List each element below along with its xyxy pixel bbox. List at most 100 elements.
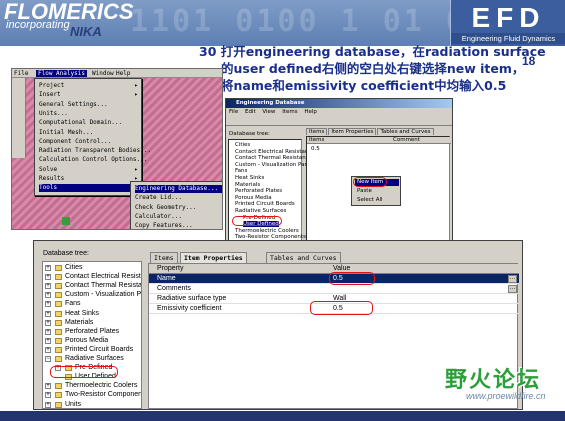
menu-view[interactable]: View (262, 109, 275, 115)
folder-icon (55, 301, 62, 308)
window-title: Engineering Database (226, 99, 452, 108)
tools-submenu: Engineering Database... Create Lid... Chec… (130, 181, 222, 229)
submenu-item[interactable]: Create Lid... (135, 194, 222, 202)
expand-icon[interactable]: + (45, 319, 51, 326)
tree-item-label: Units (65, 400, 81, 408)
menu-edit[interactable]: Edit (245, 109, 256, 115)
tab-items[interactable]: Items (306, 128, 328, 135)
expand-icon[interactable]: + (45, 301, 51, 308)
name-value-highlight (329, 272, 375, 285)
expand-icon[interactable]: + (45, 383, 51, 390)
tab-items[interactable]: Items (150, 252, 178, 263)
paste-menu-item[interactable]: Paste (355, 188, 399, 195)
menu-item[interactable]: Insert (39, 91, 141, 99)
select-all-menu-item[interactable]: Select All (355, 197, 399, 204)
folder-icon (55, 283, 62, 290)
tab-item-properties[interactable]: Item Properties (328, 128, 377, 135)
tree-item[interactable]: Contact Thermal Resistance (235, 155, 312, 161)
expand-icon[interactable]: + (45, 292, 51, 299)
menu-item[interactable]: Results (39, 175, 141, 183)
tree-item[interactable]: Radiative Surfaces (235, 208, 286, 214)
browse-button[interactable]: … (508, 285, 517, 293)
window-menu-bar: File Edit View Items Help (226, 108, 452, 116)
property-name: Comments (157, 285, 191, 292)
tree-item[interactable]: Printed Circuit Boards (235, 201, 295, 207)
menu-item[interactable]: Radiation Transparent Bodies... (39, 147, 151, 155)
menu-item[interactable]: Computational Domain... (39, 119, 141, 127)
folder-icon (55, 401, 62, 408)
tree-item[interactable]: + Units (43, 400, 141, 409)
menu-help[interactable]: Help (304, 109, 317, 115)
engineering-database-small: Engineering Database File Edit View Item… (225, 98, 453, 244)
expand-icon[interactable]: + (45, 401, 51, 408)
tab-tables-and-curves[interactable]: Tables and Curves (266, 252, 341, 263)
expand-icon[interactable]: + (45, 392, 51, 399)
menu-item[interactable]: Initial Mesh... (39, 129, 141, 137)
page-number: 18 (522, 54, 536, 68)
menu-item[interactable]: Solve (39, 166, 141, 174)
collapse-icon[interactable]: − (45, 356, 51, 362)
property-row[interactable]: Comments … (149, 284, 519, 294)
folder-icon (55, 383, 62, 390)
submenu-item[interactable]: Check Geometry... (135, 204, 222, 212)
instruction-line-3: 将name和emissivity coefficient中均输入0.5 (221, 78, 507, 93)
submenu-item[interactable]: Engineering Database... (135, 185, 222, 193)
tree-item[interactable]: Fans (235, 168, 247, 174)
toolbar (226, 116, 452, 126)
expand-icon[interactable]: + (45, 283, 51, 290)
tree-item[interactable]: Heat Sinks (235, 175, 264, 181)
tree-item[interactable]: Porous Media (235, 195, 272, 201)
tree-item[interactable]: Cities (235, 142, 250, 148)
folder-icon (55, 392, 62, 399)
menu-screenshot: File Flow Analysis Window Help Project ▸ I… (11, 68, 223, 230)
folder-icon (55, 319, 62, 326)
menu-items[interactable]: Items (282, 109, 297, 115)
submenu-arrow-icon: ▸ (134, 82, 138, 89)
tab-tables-and-curves[interactable]: Tables and Curves (377, 128, 434, 135)
folder-icon (55, 356, 62, 362)
expand-icon[interactable]: + (45, 346, 51, 353)
menu-item[interactable]: Component Control... (39, 138, 141, 146)
efd-logo: EFD Engineering Fluid Dynamics (450, 0, 565, 46)
expand-icon[interactable]: + (45, 337, 51, 344)
footer-bar (0, 411, 565, 421)
menu-file[interactable]: File (14, 70, 28, 77)
menu-file[interactable]: File (229, 109, 238, 115)
expand-icon[interactable]: + (45, 274, 51, 281)
tab-item-properties[interactable]: Item Properties (180, 252, 247, 263)
menu-item[interactable]: Tools (39, 184, 141, 193)
grid-row-item[interactable]: 0.5 (311, 146, 320, 152)
grid-header: Items Comment (307, 137, 451, 144)
submenu-item[interactable]: Copy Features... (135, 222, 222, 229)
expand-icon[interactable]: + (45, 310, 51, 317)
expand-icon[interactable]: + (45, 265, 51, 271)
new-item-highlight (353, 177, 387, 187)
database-tree[interactable]: +Cities+Contact Electrical Resistance+Co… (42, 261, 142, 409)
folder-icon (55, 265, 62, 271)
menu-item[interactable]: General Settings... (39, 101, 141, 109)
submenu-arrow-icon: ▸ (134, 91, 138, 99)
tree-item[interactable]: Materials (235, 182, 260, 188)
col-comment: Comment (393, 137, 420, 143)
tree-item[interactable]: Thermoelectric Coolers (235, 228, 299, 234)
tab-strip: Items Item Properties Tables and Curves (306, 128, 435, 136)
browse-button[interactable]: … (508, 275, 517, 283)
folder-icon (55, 337, 62, 344)
submenu-item[interactable]: Calculator... (135, 213, 222, 221)
tree-item[interactable]: Perforated Plates (235, 188, 282, 194)
col-property: Property (157, 265, 184, 272)
user-defined-highlight (50, 366, 118, 378)
menu-flow-analysis[interactable]: Flow Analysis (36, 70, 87, 77)
instruction-line-2: 的user defined右侧的空白处右键选择new item， (221, 61, 525, 76)
menu-item[interactable]: Units... (39, 110, 141, 118)
folder-icon (55, 292, 62, 299)
menu-item[interactable]: Project (39, 82, 141, 90)
menu-help[interactable]: Help (116, 70, 130, 77)
flow-analysis-dropdown: Project ▸ Insert ▸ General Settings... Units.… (34, 78, 151, 196)
tree-item[interactable]: Contact Electrical Resistance (235, 149, 315, 155)
nika-logo: NIKA (70, 24, 102, 39)
menu-window[interactable]: Window (92, 70, 114, 77)
menu-item[interactable]: Calculation Control Options... (39, 156, 147, 164)
expand-icon[interactable]: + (45, 328, 51, 335)
property-name: Radiative surface type (157, 295, 227, 302)
